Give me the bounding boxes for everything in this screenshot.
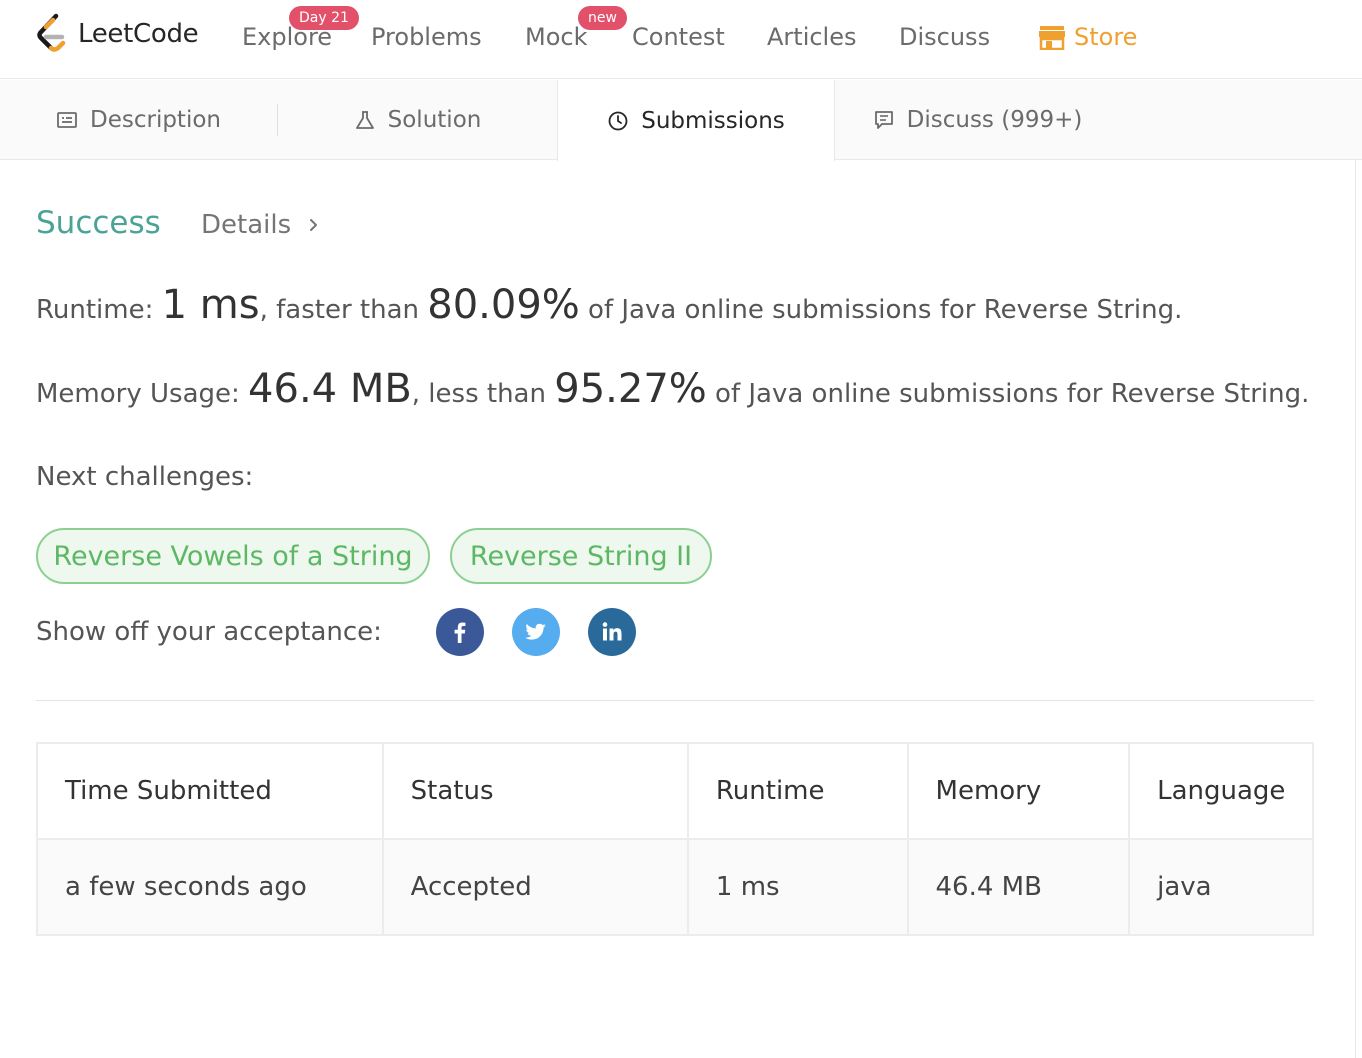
memory-label: Memory Usage: — [36, 379, 249, 409]
next-challenges-label: Next challenges: — [36, 462, 254, 492]
runtime-label: Runtime: — [36, 295, 162, 325]
twitter-icon — [525, 623, 546, 640]
tab-submissions[interactable]: Submissions — [557, 80, 835, 161]
top-navigation: LeetCode Explore Day 21 Problems Mock ne… — [0, 0, 1362, 79]
tab-discuss[interactable]: Discuss (999+) — [835, 80, 1120, 160]
memory-stat: Memory Usage: 46.4 MB, less than 95.27% … — [36, 366, 1309, 412]
runtime-mid: , faster than — [259, 295, 428, 325]
facebook-icon — [454, 622, 466, 643]
header-status: Status — [381, 742, 689, 840]
share-label: Show off your acceptance: — [36, 617, 382, 647]
section-divider — [36, 700, 1314, 701]
challenge-reverse-vowels[interactable]: Reverse Vowels of a String — [36, 528, 430, 584]
tab-solution-label: Solution — [387, 107, 482, 133]
submissions-table: Time Submitted Status Runtime Memory Lan… — [36, 742, 1314, 936]
runtime-value: 1 ms — [161, 282, 260, 328]
table-header-row: Time Submitted Status Runtime Memory Lan… — [36, 742, 1314, 840]
linkedin-share-button[interactable] — [588, 608, 636, 656]
description-icon — [57, 112, 77, 128]
chevron-right-icon — [310, 219, 318, 231]
problem-tabs: Description Solution Submissions Discuss… — [0, 80, 1362, 161]
nav-discuss[interactable]: Discuss — [899, 20, 990, 54]
tab-discuss-label: Discuss (999+) — [906, 107, 1083, 133]
nav-store-label: Store — [1074, 23, 1138, 51]
cell-language: java — [1128, 838, 1314, 936]
nav-mock[interactable]: Mock — [525, 20, 587, 54]
table-row: a few seconds ago Accepted 1 ms 46.4 MB … — [36, 838, 1314, 936]
tab-description[interactable]: Description — [0, 80, 277, 160]
tab-description-label: Description — [90, 107, 221, 133]
clock-icon — [608, 111, 628, 130]
logo[interactable]: LeetCode — [34, 12, 199, 56]
flask-icon — [355, 111, 374, 129]
cell-memory: 46.4 MB — [906, 838, 1131, 936]
header-memory: Memory — [906, 742, 1131, 840]
store-icon — [1039, 26, 1065, 50]
runtime-tail: of Java online submissions for Reverse S… — [579, 295, 1183, 325]
memory-mid: , less than — [411, 379, 555, 409]
cell-runtime: 1 ms — [686, 838, 909, 936]
details-label: Details — [201, 210, 292, 240]
leetcode-logo-icon — [37, 13, 66, 52]
header-runtime: Runtime — [686, 742, 909, 840]
facebook-share-button[interactable] — [436, 608, 484, 656]
nav-store[interactable]: Store — [1038, 20, 1137, 54]
memory-percentile: 95.27% — [554, 366, 707, 412]
nav-contest[interactable]: Contest — [632, 20, 725, 54]
submission-status: Success — [36, 205, 161, 241]
linkedin-icon — [602, 622, 622, 641]
memory-value: 46.4 MB — [248, 366, 412, 412]
nav-problems[interactable]: Problems — [371, 20, 482, 54]
header-time-submitted: Time Submitted — [36, 742, 384, 840]
runtime-percentile: 80.09% — [427, 282, 580, 328]
challenge-reverse-string-ii[interactable]: Reverse String II — [450, 528, 712, 584]
nav-articles[interactable]: Articles — [767, 20, 857, 54]
runtime-stat: Runtime: 1 ms, faster than 80.09% of Jav… — [36, 282, 1182, 328]
logo-text: LeetCode — [78, 19, 199, 49]
cell-time-submitted: a few seconds ago — [36, 838, 384, 936]
header-language: Language — [1128, 742, 1314, 840]
comment-icon — [874, 111, 893, 129]
tab-solution[interactable]: Solution — [278, 80, 557, 160]
mock-new-badge: new — [578, 6, 627, 30]
twitter-share-button[interactable] — [512, 608, 560, 656]
explore-day-badge: Day 21 — [289, 6, 359, 30]
panel-border — [1355, 160, 1356, 1058]
tab-submissions-label: Submissions — [641, 107, 785, 134]
memory-tail: of Java online submissions for Reverse S… — [706, 379, 1310, 409]
details-link[interactable]: Details — [201, 210, 321, 240]
cell-status-accepted-link[interactable]: Accepted — [381, 838, 689, 936]
